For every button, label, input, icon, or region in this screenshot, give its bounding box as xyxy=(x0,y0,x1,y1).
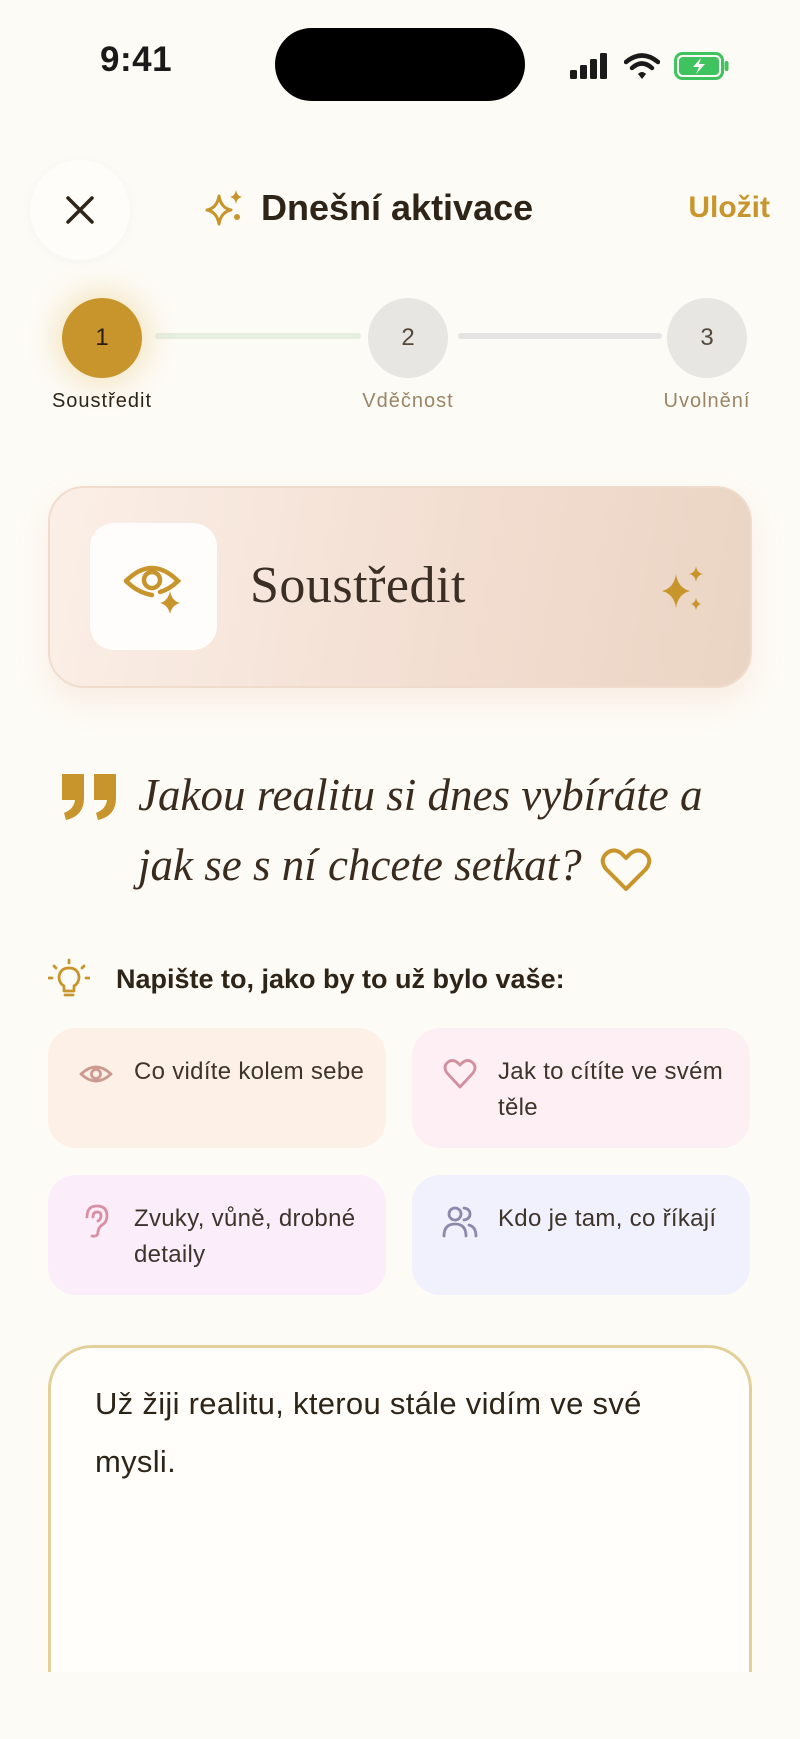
ear-icon xyxy=(85,1204,109,1238)
save-button[interactable]: Uložit xyxy=(640,191,770,225)
hint-text: Napište to, jako by to už bylo vaše: xyxy=(116,964,565,994)
battery-icon xyxy=(674,52,729,80)
status-icons xyxy=(570,48,735,84)
activation-icon-box xyxy=(90,523,217,650)
stepper-connector-1 xyxy=(155,333,361,339)
header-title-group: Dnešní aktivace xyxy=(205,183,533,233)
step-1-circle[interactable]: 1 xyxy=(62,298,142,378)
wifi-icon xyxy=(624,53,660,79)
close-button[interactable] xyxy=(30,160,130,260)
prompt-chip-label: Kdo je tam, co říkají xyxy=(498,1205,717,1232)
close-icon xyxy=(66,196,94,224)
prompt-chip-people[interactable]: Kdo je tam, co říkají xyxy=(412,1175,750,1295)
activation-title: Soustředit xyxy=(250,557,466,614)
prompt-chip-label: Co vidíte kolem sebe xyxy=(134,1058,365,1085)
signal-icon xyxy=(570,53,607,79)
heart-icon xyxy=(600,848,651,891)
prompt-chip-label: Jak to cítíte ve svém těle xyxy=(498,1058,724,1121)
sparkles-icon xyxy=(662,566,703,610)
journal-text-value[interactable]: Už žiji realitu, kterou stále vidím ve s… xyxy=(95,1375,715,1491)
step-1-label: Soustředit xyxy=(51,390,153,412)
lightbulb-icon xyxy=(48,958,90,997)
people-icon xyxy=(442,1206,478,1238)
prompt-chip-senses[interactable]: Zvuky, vůně, drobné detaily xyxy=(48,1175,386,1295)
eye-icon xyxy=(79,1065,113,1083)
step-2-circle[interactable]: 2 xyxy=(368,298,448,378)
prompt-question: Jakou realitu si dnes vybíráte a jak se … xyxy=(138,760,758,900)
quote-icon xyxy=(62,774,116,820)
prompt-chip-see[interactable]: Co vidíte kolem sebe xyxy=(48,1028,386,1148)
stepper-connector-2 xyxy=(458,333,662,339)
prompt-chip-label: Zvuky, vůně, drobné detaily xyxy=(134,1205,356,1268)
status-time: 9:41 xyxy=(100,40,173,79)
prompt-chip-feel[interactable]: Jak to cítíte ve svém těle xyxy=(412,1028,750,1148)
heart-icon xyxy=(443,1059,477,1089)
dynamic-island xyxy=(275,28,525,101)
sparkles-icon xyxy=(205,190,242,226)
bottom-mask xyxy=(0,1672,800,1739)
eye-sparkle-icon xyxy=(123,565,181,614)
step-3-label: Uvolnění xyxy=(663,390,751,412)
step-3-circle[interactable]: 3 xyxy=(667,298,747,378)
page-title: Dnešní aktivace xyxy=(261,187,534,228)
step-2-label: Vděčnost xyxy=(362,390,454,412)
